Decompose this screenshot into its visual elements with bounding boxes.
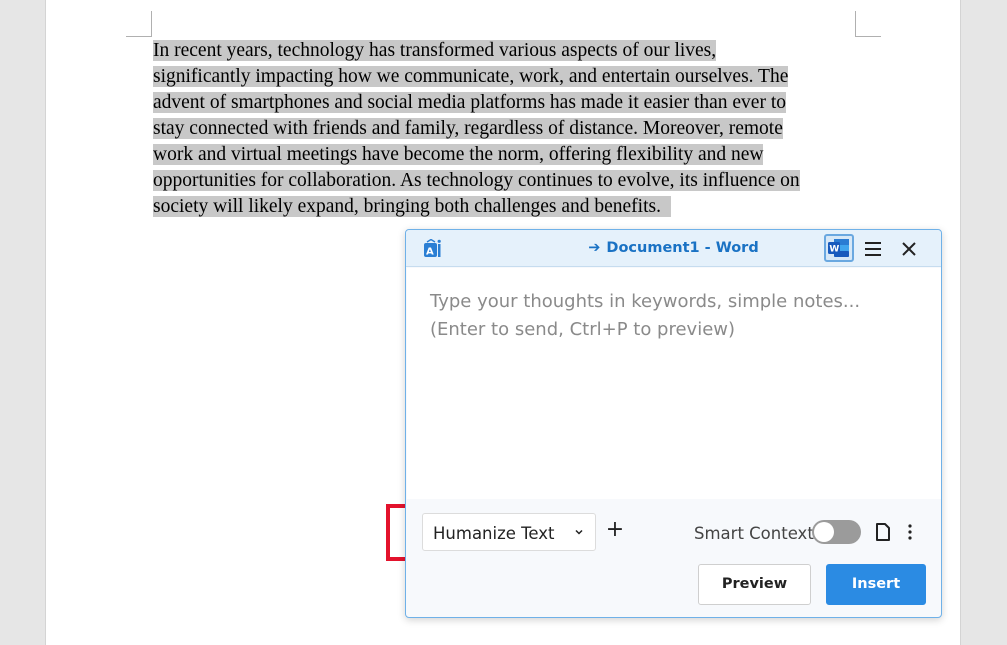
close-icon[interactable] [898, 238, 920, 260]
panel-title-text: Document1 - Word [606, 240, 759, 256]
toggle-knob [814, 522, 834, 542]
hamburger-menu-icon[interactable] [862, 238, 884, 260]
document-line: In recent years, technology has transfor… [153, 40, 717, 61]
smart-context-label: Smart Context [694, 524, 814, 543]
document-line: significantly impacting how we communica… [153, 66, 789, 87]
panel-title: ➔ Document1 - Word [406, 240, 941, 256]
smart-context-toggle[interactable] [812, 520, 861, 544]
assistant-panel: A ➔ Document1 - Word W Type your thought… [405, 229, 942, 618]
preview-button[interactable]: Preview [698, 564, 811, 605]
margin-corner-top-left [126, 11, 152, 37]
insert-button[interactable]: Insert [826, 564, 926, 605]
arrow-right-icon: ➔ [588, 240, 601, 256]
mode-dropdown-value: Humanize Text [433, 524, 555, 543]
document-line: opportunities for collaboration. As tech… [153, 170, 800, 191]
add-mode-button[interactable]: + [605, 519, 625, 542]
document-line: work and virtual meetings have become th… [153, 144, 764, 165]
mode-dropdown[interactable]: Humanize Text [422, 513, 596, 551]
prompt-input[interactable] [407, 268, 941, 499]
document-icon[interactable] [875, 522, 891, 542]
document-line: advent of smartphones and social media p… [153, 92, 786, 113]
word-icon[interactable]: W [824, 234, 854, 262]
document-line: stay connected with friends and family, … [153, 118, 783, 139]
document-line: society will likely expand, bringing bot… [153, 194, 863, 220]
document-body[interactable]: In recent years, technology has transfor… [153, 38, 863, 220]
chevron-down-icon [573, 525, 585, 537]
panel-header: A ➔ Document1 - Word W [406, 230, 941, 267]
more-options-icon[interactable] [904, 521, 916, 543]
svg-text:W: W [829, 245, 839, 255]
margin-corner-top-right [855, 11, 881, 37]
